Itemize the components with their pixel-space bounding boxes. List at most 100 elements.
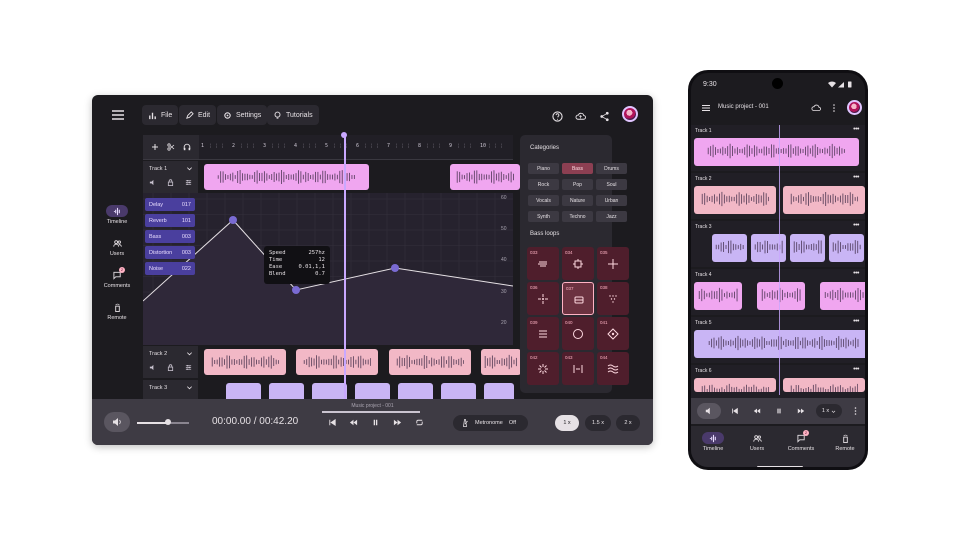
effect-chip-bass[interactable]: Bass 003 [145,230,195,243]
volume-button[interactable] [697,403,721,419]
avatar[interactable] [622,106,638,122]
speed-dropdown[interactable]: 1 x [816,404,842,418]
nav-item-comments[interactable]: 2 Comments [779,430,823,452]
playhead[interactable] [779,125,780,395]
effect-chip-noise[interactable]: Noise 022 [145,262,195,275]
category-chip-rock[interactable]: Rock [528,179,559,190]
category-chip-jazz[interactable]: Jazz [596,211,627,222]
rewind-icon[interactable] [349,418,358,427]
pause-icon[interactable] [775,407,783,415]
track-more-icon[interactable]: ••• [853,270,859,277]
category-chip-bass[interactable]: Bass [562,163,593,174]
speed-1-5x-button[interactable]: 1.5 x [585,415,611,431]
metronome-toggle[interactable]: Metronome Off [453,415,528,431]
category-chip-drums[interactable]: Drums [596,163,627,174]
project-progress[interactable] [322,411,420,413]
volume-icon[interactable] [149,179,156,186]
add-icon[interactable] [151,143,159,151]
automation-point[interactable] [391,264,399,272]
nav-item-timeline[interactable]: Timeline [691,432,735,452]
loop-tile[interactable]: 035 [597,247,629,280]
tutorials-button[interactable]: Tutorials [267,105,319,125]
menu-icon[interactable] [110,107,126,123]
track-more-icon[interactable]: ••• [853,318,859,325]
menu-icon[interactable] [701,103,711,113]
category-chip-vocals[interactable]: Vocals [528,195,559,206]
effect-chip-reverb[interactable]: Reverb 101 [145,214,195,227]
track-3-clip[interactable] [441,383,476,399]
loop-tile[interactable]: 033 [527,247,559,280]
track-2-clip[interactable] [389,349,471,375]
volume-icon[interactable] [149,364,156,371]
track-3-clip[interactable] [484,383,514,399]
category-chip-piano[interactable]: Piano [528,163,559,174]
chevron-down-icon[interactable] [186,350,193,357]
pause-icon[interactable] [371,418,380,427]
equalizer-icon[interactable] [185,179,192,186]
nav-item-users[interactable]: Users [735,432,779,452]
track-3-clip[interactable] [312,383,347,399]
phone-track-clip[interactable] [694,330,865,358]
phone-track-clip[interactable] [712,234,747,262]
nav-item-remote[interactable]: Remote [823,432,865,452]
rail-item-comments[interactable]: 2 Comments [92,267,142,289]
track-more-icon[interactable]: ••• [853,174,859,181]
chevron-down-icon[interactable] [186,165,193,172]
edit-button[interactable]: Edit [179,105,217,125]
track-1-clip[interactable] [450,164,520,190]
track-2-clip[interactable] [296,349,378,375]
help-icon[interactable] [552,109,563,122]
volume-slider-thumb[interactable] [165,419,172,425]
effect-chip-delay[interactable]: Delay 017 [145,198,195,211]
loop-tile[interactable]: 041 [597,317,629,350]
automation-point[interactable] [229,216,237,224]
loop-tile[interactable]: 036 [527,282,559,315]
loop-tile[interactable]: 039 [527,317,559,350]
category-chip-nature[interactable]: Nature [562,195,593,206]
share-icon[interactable] [599,109,610,122]
loop-tile[interactable]: 037 [562,282,594,315]
scissors-icon[interactable] [167,143,175,151]
loop-tile[interactable]: 034 [562,247,594,280]
track-2-clip[interactable] [204,349,286,375]
track-3-clip[interactable] [355,383,390,399]
phone-track-clip[interactable] [783,186,865,214]
category-chip-synth[interactable]: Synth [528,211,559,222]
phone-track-clip[interactable] [751,234,786,262]
avatar[interactable] [847,100,862,115]
track-3-clip[interactable] [398,383,433,399]
track-2-clip[interactable] [481,349,521,375]
loop-tile[interactable]: 038 [597,282,629,315]
skip-previous-icon[interactable] [731,407,739,415]
speed-1x-button[interactable]: 1 x [555,415,579,431]
phone-track-clip[interactable] [820,282,865,310]
loop-icon[interactable] [415,418,424,427]
phone-track-clip[interactable] [694,186,776,214]
rail-item-users[interactable]: Users [92,237,142,257]
category-chip-soul[interactable]: Soul [596,179,627,190]
rail-item-timeline[interactable]: Timeline [92,205,142,225]
chevron-down-icon[interactable] [186,384,193,391]
phone-track-clip[interactable] [694,378,776,392]
phone-track-clip[interactable] [829,234,864,262]
track-header-3[interactable]: Track 3 [143,380,198,399]
rewind-icon[interactable] [753,407,761,415]
track-3-clip[interactable] [269,383,304,399]
rail-item-remote[interactable]: Remote [92,301,142,321]
track-3-clip[interactable] [226,383,261,399]
loop-tile[interactable]: 043 [562,352,594,385]
playhead-handle[interactable] [341,132,347,138]
settings-button[interactable]: Settings [217,105,268,125]
equalizer-icon[interactable] [185,364,192,371]
lock-icon[interactable] [167,179,174,186]
track-header-2[interactable]: Track 2 [143,346,198,378]
track-more-icon[interactable]: ••• [853,222,859,229]
phone-track-clip[interactable] [783,378,865,392]
phone-track-clip[interactable] [790,234,825,262]
loop-tile[interactable]: 040 [562,317,594,350]
more-vertical-icon[interactable] [831,103,837,113]
effect-chip-distortion[interactable]: Distortion 003 [145,246,195,259]
headphones-icon[interactable] [183,143,191,151]
playhead[interactable] [344,135,346,400]
cloud-upload-icon[interactable] [811,103,821,113]
